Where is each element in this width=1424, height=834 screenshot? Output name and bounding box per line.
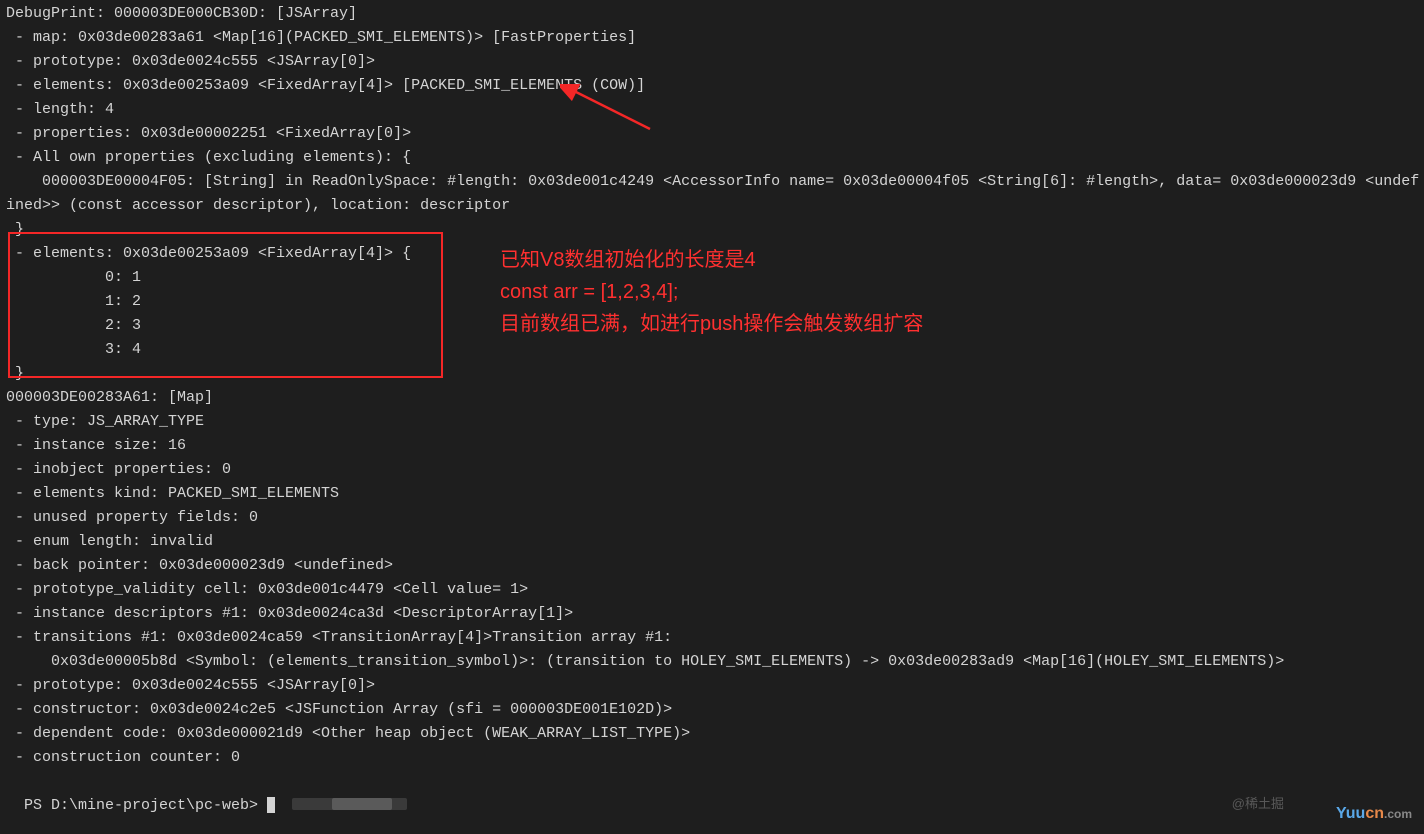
terminal-line: - back pointer: 0x03de000023d9 <undefine… — [6, 554, 1418, 578]
terminal-line: - unused property fields: 0 — [6, 506, 1418, 530]
cursor — [267, 797, 275, 813]
terminal-output: DebugPrint: 000003DE000CB30D: [JSArray] … — [6, 2, 1418, 770]
site-logo: Yuucn.com — [1336, 802, 1412, 826]
terminal-line: - enum length: invalid — [6, 530, 1418, 554]
terminal-line: } — [6, 362, 1418, 386]
annotation-line-1: 已知V8数组初始化的长度是4 — [500, 244, 923, 276]
watermark: @稀土掘 — [1232, 792, 1284, 816]
terminal-line: - All own properties (excluding elements… — [6, 146, 1418, 170]
terminal-line: 3: 4 — [6, 338, 1418, 362]
terminal-line: DebugPrint: 000003DE000CB30D: [JSArray] — [6, 2, 1418, 26]
terminal-line: } — [6, 218, 1418, 242]
terminal-line: 000003DE00283A61: [Map] — [6, 386, 1418, 410]
terminal-line: - inobject properties: 0 — [6, 458, 1418, 482]
terminal-line: 000003DE00004F05: [String] in ReadOnlySp… — [6, 170, 1418, 194]
terminal-line: - constructor: 0x03de0024c2e5 <JSFunctio… — [6, 698, 1418, 722]
terminal-line: - type: JS_ARRAY_TYPE — [6, 410, 1418, 434]
scrollbar-thumb[interactable] — [332, 798, 392, 810]
annotation-line-2: const arr = [1,2,3,4]; — [500, 276, 923, 308]
terminal-line: - instance descriptors #1: 0x03de0024ca3… — [6, 602, 1418, 626]
terminal-line: - elements kind: PACKED_SMI_ELEMENTS — [6, 482, 1418, 506]
terminal-line: - prototype: 0x03de0024c555 <JSArray[0]> — [6, 50, 1418, 74]
logo-part-1: Yuu — [1336, 805, 1365, 822]
terminal-line: - prototype_validity cell: 0x03de001c447… — [6, 578, 1418, 602]
terminal-line: ined>> (const accessor descriptor), loca… — [6, 194, 1418, 218]
terminal-line: 0x03de00005b8d <Symbol: (elements_transi… — [6, 650, 1418, 674]
terminal-line: - prototype: 0x03de0024c555 <JSArray[0]> — [6, 674, 1418, 698]
annotation-line-3: 目前数组已满，如进行push操作会触发数组扩容 — [500, 308, 923, 340]
terminal-line: - elements: 0x03de00253a09 <FixedArray[4… — [6, 74, 1418, 98]
prompt-text: PS D:\mine-project\pc-web> — [24, 797, 267, 814]
horizontal-scrollbar[interactable] — [292, 798, 407, 810]
logo-part-3: .com — [1384, 807, 1412, 821]
terminal-line: - instance size: 16 — [6, 434, 1418, 458]
terminal-line: - map: 0x03de00283a61 <Map[16](PACKED_SM… — [6, 26, 1418, 50]
logo-part-2: cn — [1365, 805, 1384, 822]
terminal-line: - properties: 0x03de00002251 <FixedArray… — [6, 122, 1418, 146]
annotation-text: 已知V8数组初始化的长度是4 const arr = [1,2,3,4]; 目前… — [500, 244, 923, 340]
terminal-prompt[interactable]: PS D:\mine-project\pc-web> — [6, 770, 1418, 818]
terminal-line: - construction counter: 0 — [6, 746, 1418, 770]
terminal-line: - dependent code: 0x03de000021d9 <Other … — [6, 722, 1418, 746]
terminal-line: - transitions #1: 0x03de0024ca59 <Transi… — [6, 626, 1418, 650]
terminal-line: - length: 4 — [6, 98, 1418, 122]
